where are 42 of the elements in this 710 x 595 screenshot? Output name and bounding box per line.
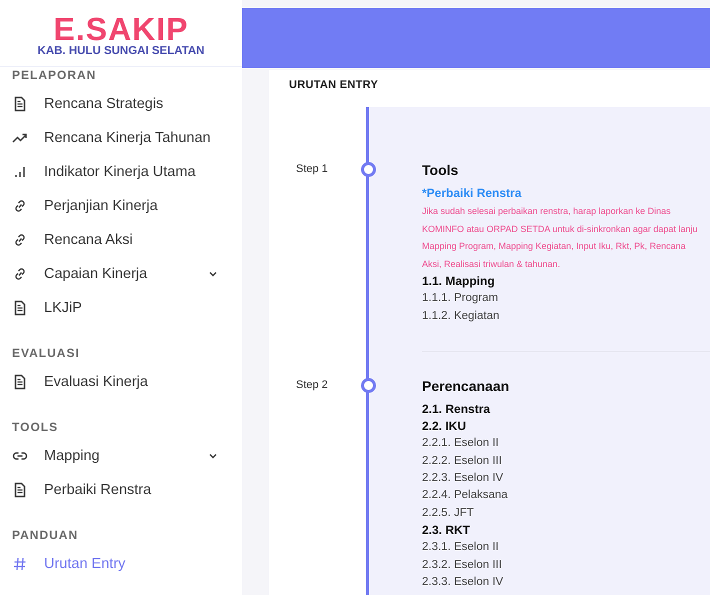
sidebar-item[interactable]: Perbaiki Renstra — [12, 473, 218, 507]
sidebar-item[interactable]: Rencana Kinerja Tahunan — [12, 121, 218, 155]
page-title: URUTAN ENTRY — [289, 78, 380, 93]
step-label: Step 2 — [296, 378, 328, 391]
hash-icon — [12, 556, 28, 572]
entry-text: 2.2.5. JFT — [422, 506, 475, 521]
entry-text: 2.3.3. Eselon IV — [422, 574, 504, 590]
step-title: Perencanaan — [422, 378, 510, 394]
entry-text: 2.2.4. Pelaksana — [422, 488, 509, 504]
entry-text: 1.1.2. Kegiatan — [422, 308, 500, 324]
sidebar-item[interactable]: Perjanjian Kinerja — [12, 189, 218, 223]
logo-subtitle: KAB. HULU SUNGAI SELATAN — [38, 44, 204, 58]
document-icon — [12, 482, 28, 498]
logo-title: E.SAKIP — [53, 12, 189, 44]
sidebar-item[interactable]: Rencana Aksi — [12, 223, 218, 257]
sidebar-item[interactable]: Indikator Kinerja Utama — [12, 155, 218, 189]
entry-text: 2.3.2. Eselon III — [422, 558, 503, 573]
entry-text: 2.2.2. Eselon III — [422, 454, 503, 469]
sidebar-item[interactable]: Mapping — [12, 439, 218, 473]
sidebar-item[interactable]: Evaluasi Kinerja — [12, 365, 218, 399]
note-text: Jika sudah selesai perbaikan renstra, harap laporkan ke Dinas KOMINFO atau ORPAD SETDA untuk di-sinkronkan agar dapat lanju Mapping Program, Mapping Kegiatan, Input Iku, Rkt, Pk, Rencana Aksi, Realisasi triwulan & tahunan. — [422, 205, 698, 270]
sidebar-item[interactable]: Capaian Kinerja — [12, 257, 218, 291]
sidebar-item[interactable]: Urutan Entry — [12, 547, 218, 581]
entry-text: 2.3. RKT — [422, 522, 472, 539]
entry-text: 1.1.1. Program — [422, 291, 500, 306]
section-heading: PANDUAN — [12, 527, 80, 544]
entry-text: 1.1. Mapping — [422, 273, 496, 290]
document-icon — [12, 300, 28, 316]
document-icon — [12, 96, 28, 112]
section-heading: EVALUASI — [12, 345, 81, 362]
document-icon — [12, 374, 28, 390]
section-heading: PELAPORAN — [12, 67, 98, 84]
entry-text: 2.1. Renstra — [422, 400, 492, 418]
entry-text: 2.3.1. Eselon II — [422, 540, 500, 556]
step-title: Tools — [422, 162, 460, 178]
sidebar-item[interactable]: Rencana Strategis — [12, 87, 218, 121]
entry-text: 2.2.1. Eselon II — [422, 436, 500, 452]
entry-text: 2.2.3. Eselon IV — [422, 471, 504, 486]
entry-text: 2.2. IKU — [422, 418, 468, 436]
section-heading: TOOLS — [12, 419, 60, 436]
step-label: Step 1 — [296, 163, 328, 175]
sidebar-item[interactable]: LKJiP — [12, 291, 218, 325]
